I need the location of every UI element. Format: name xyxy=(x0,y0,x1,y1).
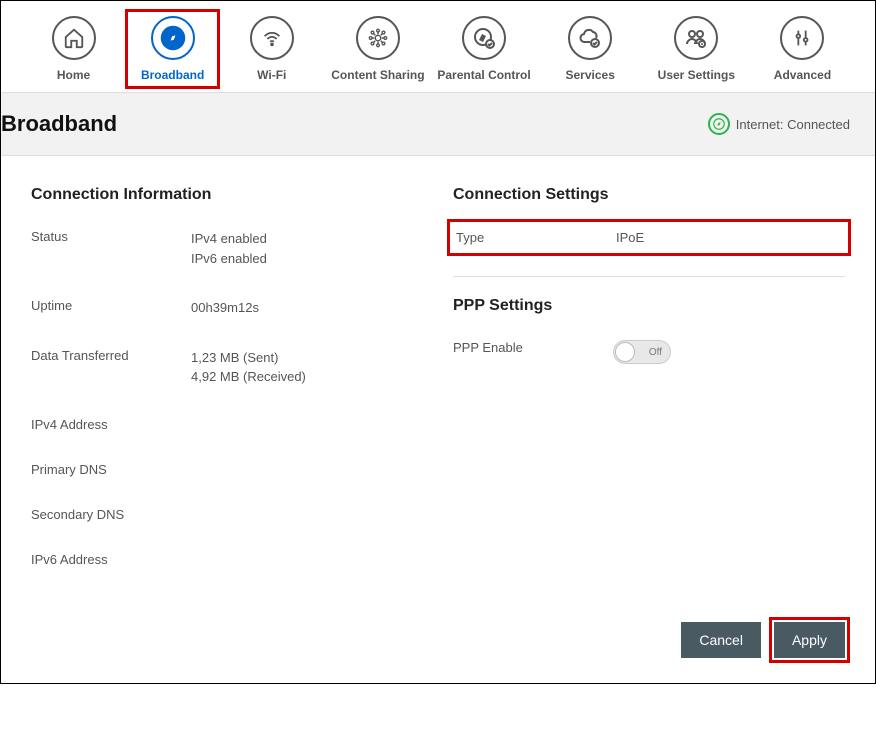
toggle-state-text: Off xyxy=(649,345,662,360)
divider xyxy=(453,276,845,277)
page-title: Broadband xyxy=(1,111,117,137)
data-transferred-label: Data Transferred xyxy=(31,348,191,387)
uptime-value: 00h39m12s xyxy=(191,298,423,318)
status-row: Status IPv4 enabled IPv6 enabled xyxy=(31,229,423,268)
nav-item-label: User Settings xyxy=(658,68,735,82)
share-icon xyxy=(356,16,400,60)
secondary-dns-row: Secondary DNS xyxy=(31,507,423,522)
ipv6-address-value xyxy=(191,552,423,567)
nav-item-broadband[interactable]: Broadband xyxy=(125,9,220,89)
parental-icon xyxy=(462,16,506,60)
cancel-button[interactable]: Cancel xyxy=(681,622,761,658)
users-icon xyxy=(674,16,718,60)
nav-item-label: Broadband xyxy=(141,68,204,82)
ipv6-address-label: IPv6 Address xyxy=(31,552,191,567)
secondary-dns-value xyxy=(191,507,423,522)
home-icon xyxy=(52,16,96,60)
status-value: IPv4 enabled IPv6 enabled xyxy=(191,229,423,268)
nav-item-parental-control[interactable]: Parental Control xyxy=(437,16,532,82)
nav-item-services[interactable]: Services xyxy=(543,16,638,82)
tools-icon xyxy=(780,16,824,60)
ipv4-address-label: IPv4 Address xyxy=(31,417,191,432)
connection-type-value: IPoE xyxy=(616,230,842,245)
uptime-row: Uptime 00h39m12s xyxy=(31,298,423,318)
data-transferred-row: Data Transferred 1,23 MB (Sent) 4,92 MB … xyxy=(31,348,423,387)
nav-item-label: Services xyxy=(566,68,615,82)
primary-dns-label: Primary DNS xyxy=(31,462,191,477)
compass-icon xyxy=(151,16,195,60)
section-title: PPP Settings xyxy=(453,297,845,315)
apply-button[interactable]: Apply xyxy=(774,622,845,658)
compass-status-icon xyxy=(708,113,730,135)
ipv4-address-row: IPv4 Address xyxy=(31,417,423,432)
cloud-check-icon xyxy=(568,16,612,60)
nav-item-content-sharing[interactable]: Content Sharing xyxy=(330,16,425,82)
section-title: Connection Settings xyxy=(453,186,845,204)
secondary-dns-label: Secondary DNS xyxy=(31,507,191,522)
toggle-knob xyxy=(615,342,635,362)
nav-item-advanced[interactable]: Advanced xyxy=(755,16,850,82)
nav-item-user-settings[interactable]: User Settings xyxy=(649,16,744,82)
nav-item-wifi[interactable]: Wi-Fi xyxy=(224,16,319,82)
connection-information-section: Connection Information Status IPv4 enabl… xyxy=(31,186,423,597)
connection-type-row[interactable]: Type IPoE xyxy=(447,219,851,256)
ppp-enable-row: PPP Enable Off xyxy=(453,340,845,364)
wifi-icon xyxy=(250,16,294,60)
nav-item-label: Content Sharing xyxy=(331,68,424,82)
apply-highlight: Apply xyxy=(769,617,850,663)
nav-item-home[interactable]: Home xyxy=(26,16,121,82)
ppp-enable-label: PPP Enable xyxy=(453,340,613,364)
primary-dns-row: Primary DNS xyxy=(31,462,423,477)
connection-settings-section: Connection Settings Type IPoE PPP Settin… xyxy=(453,186,845,597)
nav-item-label: Parental Control xyxy=(437,68,530,82)
section-title: Connection Information xyxy=(31,186,423,204)
content-area: Connection Information Status IPv4 enabl… xyxy=(1,156,875,607)
ipv6-address-row: IPv6 Address xyxy=(31,552,423,567)
page-header: Broadband Internet: Connected xyxy=(1,92,875,156)
status-label: Status xyxy=(31,229,191,268)
nav-item-label: Wi-Fi xyxy=(257,68,286,82)
nav-item-label: Advanced xyxy=(774,68,831,82)
nav-item-label: Home xyxy=(57,68,90,82)
top-nav: Home Broadband Wi-Fi Content Sharing Par xyxy=(1,1,875,92)
status-text: Internet: Connected xyxy=(736,117,850,132)
data-transferred-value: 1,23 MB (Sent) 4,92 MB (Received) xyxy=(191,348,423,387)
connection-type-label: Type xyxy=(456,230,616,245)
internet-status: Internet: Connected xyxy=(708,113,865,135)
footer-buttons: Cancel Apply xyxy=(1,607,875,683)
ppp-enable-toggle[interactable]: Off xyxy=(613,340,671,364)
ipv4-address-value xyxy=(191,417,423,432)
uptime-label: Uptime xyxy=(31,298,191,318)
primary-dns-value xyxy=(191,462,423,477)
